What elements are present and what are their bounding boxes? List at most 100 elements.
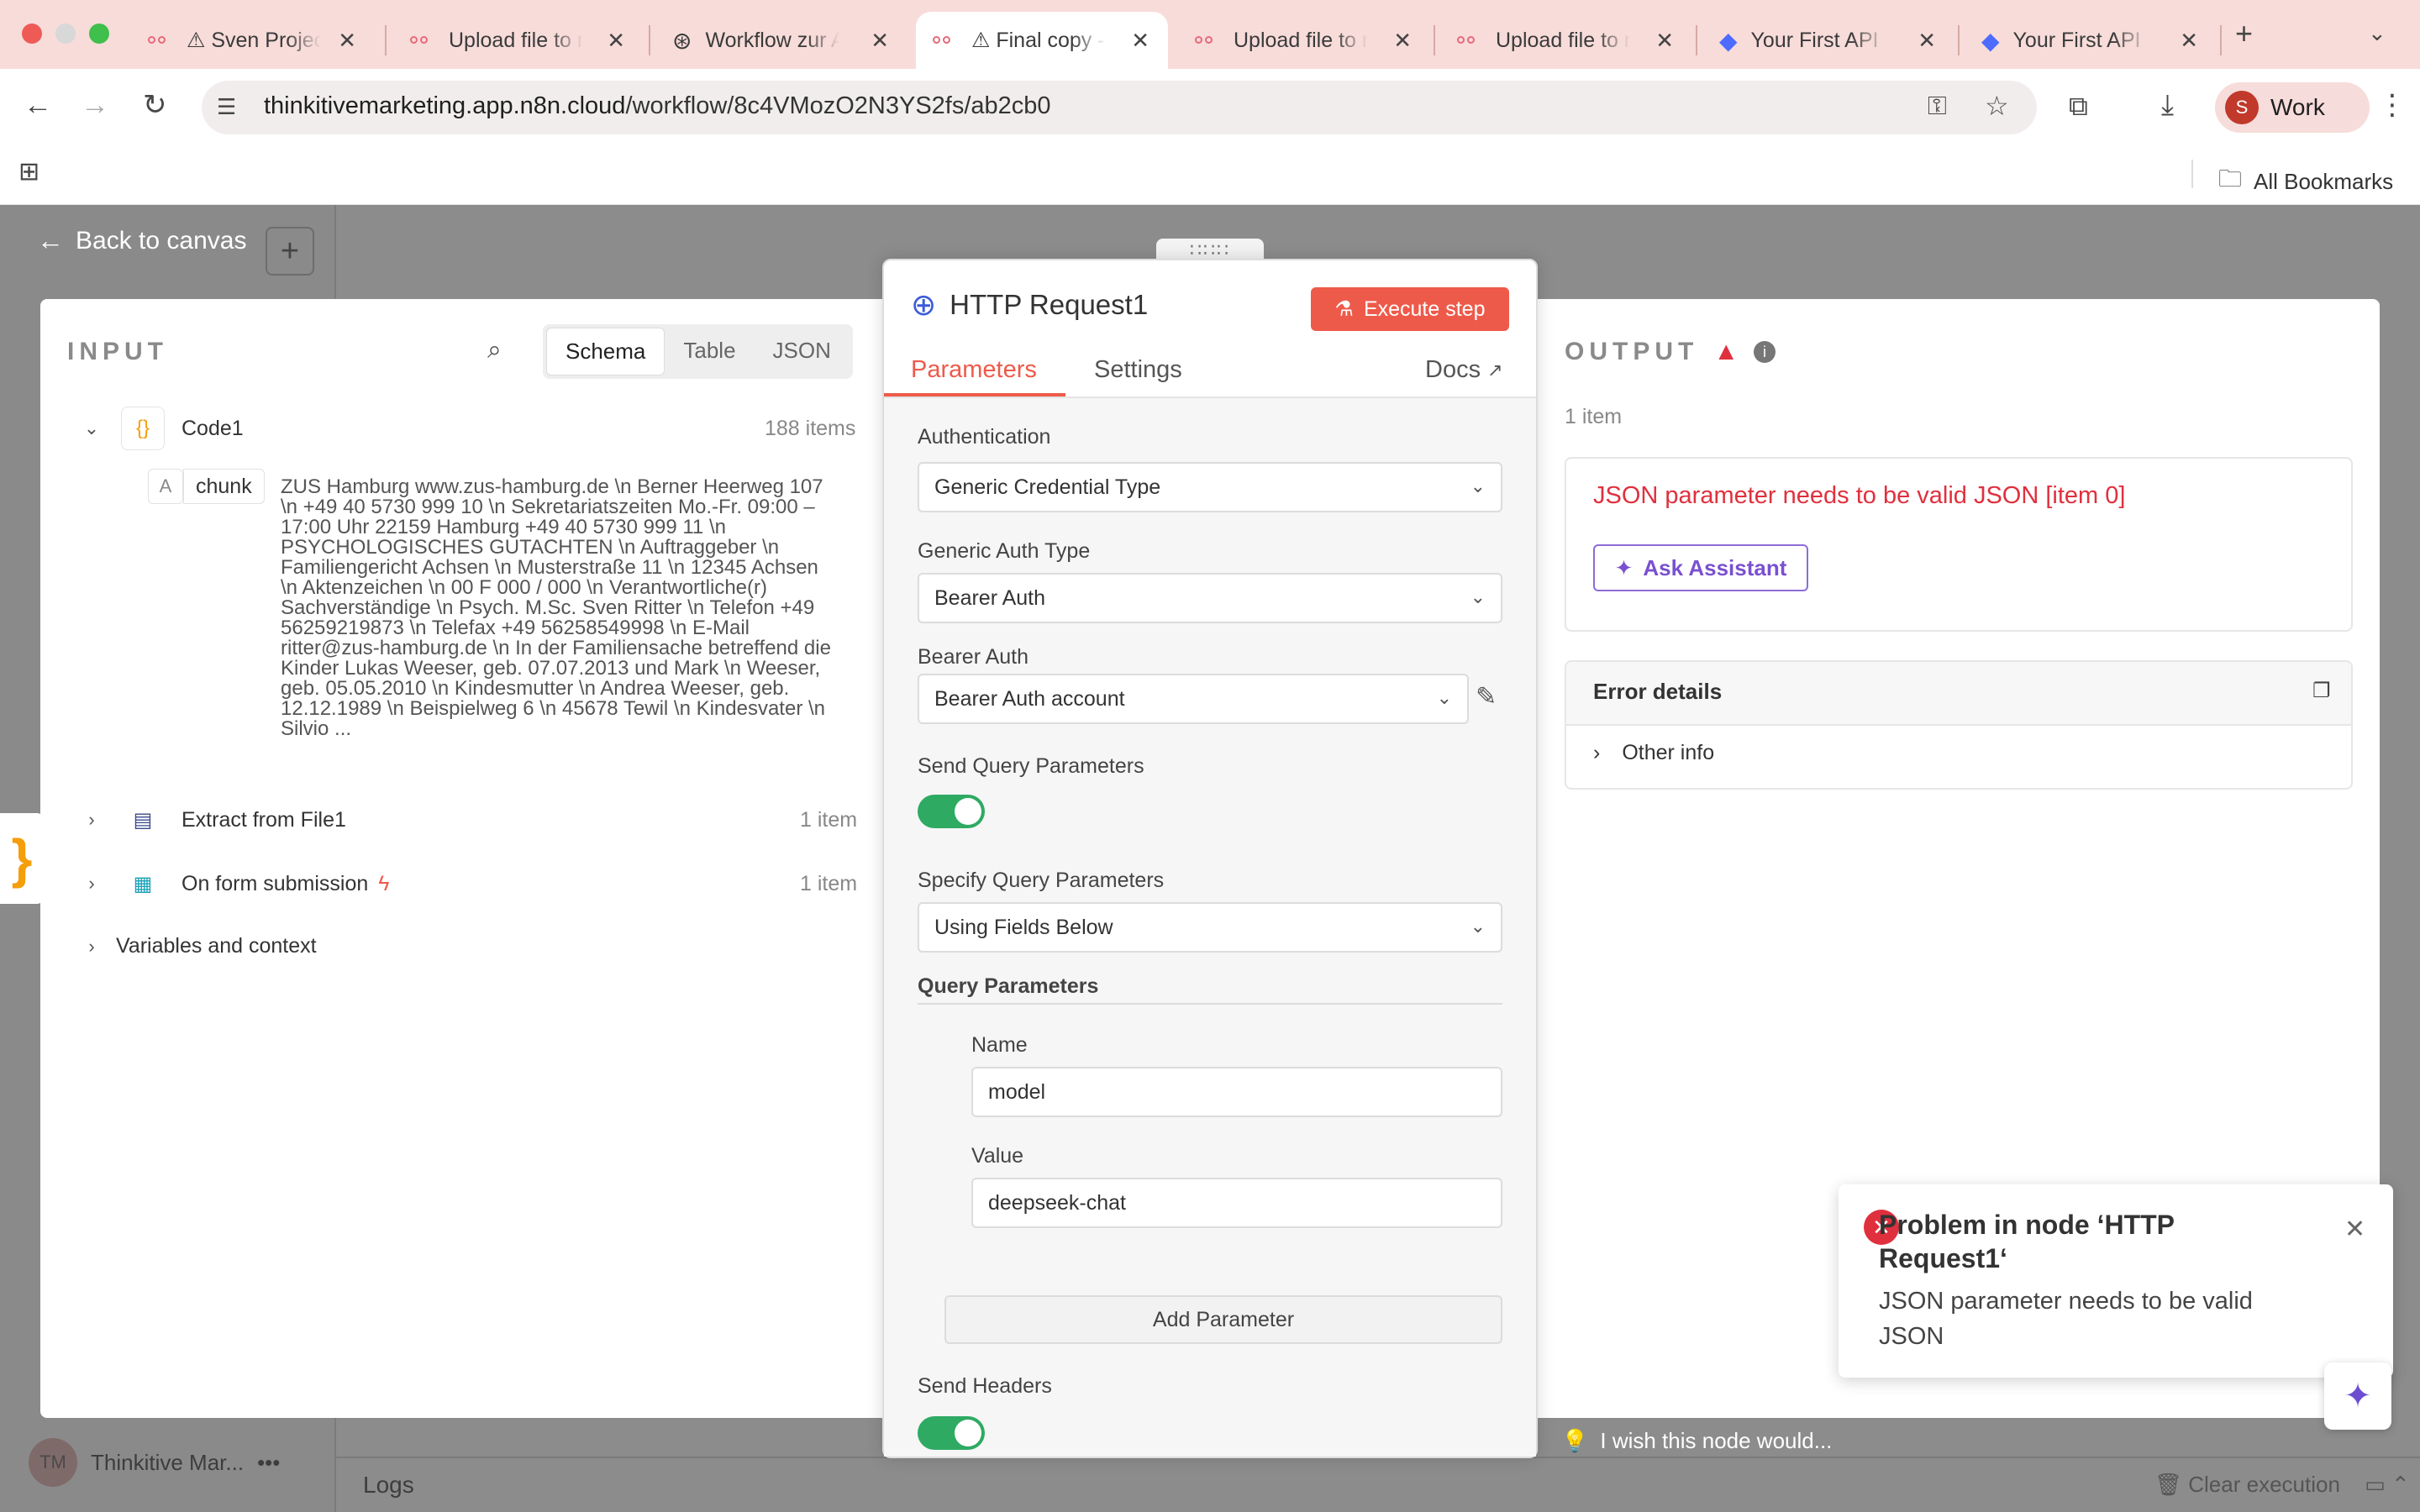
all-bookmarks-button[interactable]: 🗀 All Bookmarks: [2218, 161, 2393, 202]
search-icon[interactable]: ⌕: [487, 338, 502, 363]
tab-parameters[interactable]: Parameters: [911, 356, 1037, 384]
browser-tab[interactable]: ⚠ Sven Project ✕: [131, 12, 375, 69]
feedback-prompt[interactable]: 💡 I wish this node would...: [1561, 1428, 1832, 1454]
downloads-icon[interactable]: ⤓: [2161, 91, 2174, 119]
close-tab-icon[interactable]: ✕: [1393, 28, 1412, 54]
ask-assistant-button[interactable]: ✦ Ask Assistant: [1593, 544, 1808, 591]
url-text[interactable]: thinkitivemarketing.app.n8n.cloud/workfl…: [264, 92, 1051, 120]
warning-icon: ▲: [1713, 338, 1739, 365]
n8n-favicon-icon: [410, 34, 435, 47]
lightbulb-icon: 💡: [1561, 1428, 1589, 1453]
extensions-icon[interactable]: ⧉: [2069, 92, 2088, 119]
other-info-toggle[interactable]: › Other info: [1593, 741, 1714, 765]
n8n-favicon-icon: [148, 34, 173, 47]
field-type-badge: A: [148, 469, 183, 504]
browser-tab[interactable]: Upload file to n8n ✕: [393, 12, 644, 69]
chevron-down-icon: ⌄: [83, 417, 100, 438]
info-icon[interactable]: i: [1754, 341, 1776, 363]
bookmarks-bar: [0, 146, 2420, 205]
specify-query-parameters-select[interactable]: Using Fields Below ⌄: [918, 902, 1502, 953]
authentication-select[interactable]: Generic Credential Type ⌄: [918, 462, 1502, 512]
specify-query-parameters-label: Specify Query Parameters: [918, 869, 1165, 892]
browser-tab-active[interactable]: ⚠ Final copy - ✕: [916, 12, 1168, 69]
new-tab-icon[interactable]: +: [2235, 18, 2253, 49]
add-parameter-button[interactable]: Add Parameter: [944, 1295, 1502, 1344]
apps-grid-icon[interactable]: ⊞: [18, 160, 39, 185]
generic-auth-type-select[interactable]: Bearer Auth ⌄: [918, 573, 1502, 623]
window-maximize-button[interactable]: [89, 24, 109, 44]
chevron-right-icon: ›: [88, 873, 95, 894]
browser-tab[interactable]: ◆ Your First API C ✕: [1965, 12, 2217, 69]
tree-node-on-form-submission[interactable]: › ▦ On form submission ϟ: [82, 862, 390, 906]
deepseek-favicon-icon: ◆: [1981, 27, 2000, 54]
more-icon[interactable]: •••: [257, 1450, 280, 1476]
node-header: ⊕ HTTP Request1: [911, 287, 1148, 323]
browser-tab[interactable]: ◆ Your First API C ✕: [1702, 12, 1954, 69]
param-name-input[interactable]: model: [971, 1067, 1502, 1117]
deepseek-favicon-icon: ◆: [1719, 27, 1738, 54]
input-title: INPUT: [67, 338, 168, 365]
tree-node-extract-from-file[interactable]: › ▤ Extract from File1: [82, 798, 346, 842]
error-details-label: Error details: [1593, 679, 1723, 704]
close-tab-icon[interactable]: ✕: [1918, 28, 1936, 54]
chevron-right-icon: ›: [1593, 741, 1601, 764]
docs-link[interactable]: Docs ↗: [1425, 356, 1503, 384]
window-minimize-button[interactable]: [55, 24, 76, 44]
add-node-button[interactable]: +: [266, 227, 314, 276]
user-menu[interactable]: TM Thinkitive Mar... •••: [29, 1438, 280, 1487]
site-info-icon[interactable]: ☰: [217, 96, 236, 118]
execute-step-button[interactable]: ⚗ Execute step: [1311, 287, 1509, 331]
close-toast-icon[interactable]: ✕: [2344, 1215, 2365, 1244]
tab-settings[interactable]: Settings: [1094, 356, 1182, 384]
copy-icon[interactable]: ❐: [2312, 679, 2331, 703]
json-view-button[interactable]: JSON: [755, 328, 850, 375]
node-title[interactable]: HTTP Request1: [950, 289, 1148, 321]
window-close-button[interactable]: [22, 24, 42, 44]
tree-node-code1[interactable]: ⌄ {} Code1: [82, 407, 244, 450]
tree-node-variables-and-context[interactable]: › Variables and context: [82, 934, 316, 958]
bearer-auth-select[interactable]: Bearer Auth account ⌄: [918, 674, 1469, 724]
form-icon: ▦: [133, 872, 153, 895]
code-icon: {}: [121, 407, 165, 450]
back-to-canvas-button[interactable]: ← Back to canvas: [37, 225, 246, 256]
back-icon[interactable]: ←: [24, 91, 52, 119]
item-count: 1 item: [800, 808, 858, 832]
schema-view-button[interactable]: Schema: [546, 328, 666, 375]
reload-icon[interactable]: ↻: [143, 91, 167, 119]
code-node-icon[interactable]: }: [0, 813, 44, 904]
browser-menu-icon[interactable]: ⋮: [2378, 91, 2407, 119]
close-tab-icon[interactable]: ✕: [1131, 28, 1150, 54]
chunk-value: ZUS Hamburg www.zus-hamburg.de \n Berner…: [281, 475, 831, 740]
trash-icon: 🗑: [2154, 1472, 2183, 1497]
tab-search-icon[interactable]: ⌄: [2368, 22, 2386, 44]
view-mode-switch[interactable]: Schema Table JSON: [543, 324, 853, 379]
param-name-label: Name: [971, 1033, 1028, 1057]
field-name-chunk[interactable]: chunk: [183, 469, 265, 504]
browser-tab[interactable]: Upload file to n8n ✕: [1178, 12, 1430, 69]
trigger-bolt-icon: ϟ: [378, 871, 390, 895]
close-tab-icon[interactable]: ✕: [607, 28, 625, 54]
bookmark-star-icon[interactable]: ☆: [1985, 92, 2009, 119]
close-tab-icon[interactable]: ✕: [871, 28, 889, 54]
logs-label[interactable]: Logs: [363, 1472, 414, 1499]
bearer-auth-label: Bearer Auth: [918, 645, 1029, 669]
close-tab-icon[interactable]: ✕: [338, 28, 356, 54]
send-headers-toggle[interactable]: [918, 1416, 985, 1450]
openai-favicon-icon: ⊛: [672, 27, 692, 54]
password-key-icon[interactable]: ⚿: [1928, 94, 1947, 119]
profile-button[interactable]: S Work: [2215, 82, 2370, 133]
close-tab-icon[interactable]: ✕: [2180, 28, 2198, 54]
param-value-input[interactable]: deepseek-chat: [971, 1178, 1502, 1228]
forward-icon[interactable]: →: [81, 91, 109, 119]
send-query-parameters-toggle[interactable]: [918, 795, 985, 828]
browser-tab[interactable]: Upload file to n8n ✕: [1440, 12, 1692, 69]
close-tab-icon[interactable]: ✕: [1655, 28, 1674, 54]
panel-toggle-icon[interactable]: ▭ ⌃: [2365, 1472, 2410, 1497]
clear-execution-button[interactable]: 🗑 Clear execution ▭ ⌃: [2154, 1472, 2410, 1498]
table-view-button[interactable]: Table: [665, 328, 754, 375]
item-count: 1 item: [800, 872, 858, 895]
ai-assistant-button[interactable]: ✦: [2324, 1362, 2391, 1430]
input-panel: [40, 299, 884, 1418]
browser-tab[interactable]: ⊛ Workflow zur Au ✕: [655, 12, 908, 69]
edit-credential-icon[interactable]: ✎: [1476, 682, 1497, 711]
